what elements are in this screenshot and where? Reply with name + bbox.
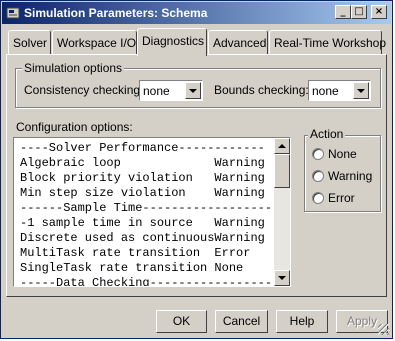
- list-scrollbar[interactable]: [274, 138, 290, 286]
- bounds-checking-value: none: [312, 84, 339, 98]
- tab-real-time-workshop-label: Real-Time Workshop: [274, 36, 387, 50]
- list-item[interactable]: SingleTask rate transition None: [20, 261, 243, 276]
- list-item[interactable]: Algebraic loop Warning: [20, 156, 265, 171]
- resize-grip-icon[interactable]: [378, 324, 389, 335]
- maximize-button[interactable]: □: [351, 5, 367, 19]
- action-warning-radio[interactable]: [312, 170, 324, 182]
- close-button[interactable]: ×: [371, 5, 387, 19]
- scroll-up-icon[interactable]: [274, 138, 290, 154]
- bounds-checking-label: Bounds checking:: [214, 83, 309, 97]
- title-bar[interactable]: Simulation Parameters: Schema _ □ ×: [2, 2, 391, 24]
- tab-advanced[interactable]: Advanced: [208, 30, 268, 54]
- list-item[interactable]: Min step size violation Warning: [20, 186, 265, 201]
- action-error-label[interactable]: Error: [328, 191, 355, 205]
- minimize-button[interactable]: _: [335, 5, 351, 19]
- chevron-down-icon[interactable]: [353, 82, 369, 99]
- action-group-label: Action: [308, 127, 346, 141]
- list-item[interactable]: Discrete used as continuousWarning: [20, 231, 265, 246]
- action-none-label[interactable]: None: [328, 147, 357, 161]
- configuration-options-list[interactable]: ----Solver Performance------------ Algeb…: [13, 137, 291, 287]
- action-warning-label[interactable]: Warning: [328, 169, 372, 183]
- help-button[interactable]: Help: [276, 310, 328, 333]
- consistency-checking-select[interactable]: none: [139, 80, 203, 101]
- tab-diagnostics[interactable]: Diagnostics: [137, 28, 207, 56]
- bounds-checking-select[interactable]: none: [308, 80, 371, 101]
- list-item[interactable]: -----Data Checking-----------------: [20, 276, 272, 286]
- chevron-down-icon[interactable]: [185, 82, 201, 99]
- maximize-icon: □: [354, 6, 364, 17]
- list-item[interactable]: Block priority violation Warning: [20, 171, 265, 186]
- action-none-radio[interactable]: [312, 148, 324, 160]
- ok-button[interactable]: OK: [156, 310, 207, 333]
- list-item[interactable]: ------Sample Time------------------: [20, 201, 272, 216]
- scroll-thumb[interactable]: [274, 154, 290, 188]
- action-error-radio[interactable]: [312, 192, 324, 204]
- minimize-icon: _: [340, 6, 346, 17]
- scroll-down-icon[interactable]: [274, 270, 290, 286]
- simulation-parameters-dialog: Simulation Parameters: Schema _ □ × Solv…: [0, 0, 393, 339]
- list-item[interactable]: MultiTask rate transition Error: [20, 246, 250, 261]
- close-icon: ×: [374, 6, 384, 17]
- tab-diagnostics-label: Diagnostics: [142, 34, 205, 48]
- list-item[interactable]: ----Solver Performance------------: [20, 141, 265, 156]
- simulation-options-label: Simulation options: [22, 61, 125, 75]
- cancel-button[interactable]: Cancel: [215, 310, 268, 333]
- configuration-options-label: Configuration options:: [16, 120, 133, 134]
- consistency-checking-label: Consistency checking:: [24, 83, 144, 97]
- app-icon: [6, 7, 20, 19]
- tab-workspace-io[interactable]: Workspace I/O: [52, 30, 137, 54]
- tab-solver[interactable]: Solver: [8, 30, 51, 54]
- tab-advanced-label: Advanced: [213, 36, 267, 50]
- tab-workspace-io-label: Workspace I/O: [57, 36, 137, 50]
- tab-real-time-workshop[interactable]: Real-Time Workshop: [269, 30, 386, 54]
- list-item[interactable]: -1 sample time in source Warning: [20, 216, 265, 231]
- tab-solver-label: Solver: [13, 36, 48, 50]
- window-title: Simulation Parameters: Schema: [24, 6, 208, 20]
- consistency-checking-value: none: [143, 84, 170, 98]
